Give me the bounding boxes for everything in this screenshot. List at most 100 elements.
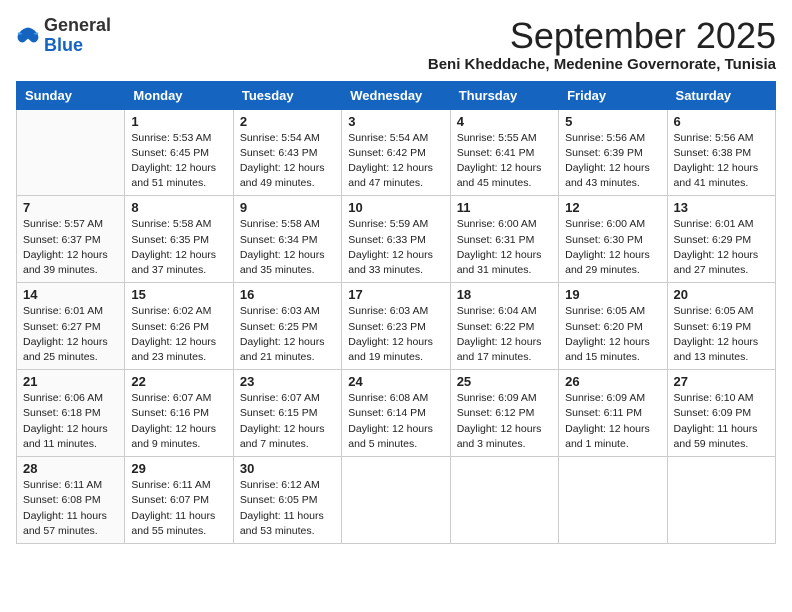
- day-number: 14: [23, 287, 118, 302]
- calendar-day: 18 Sunrise: 6:04 AM Sunset: 6:22 PM Dayli…: [450, 283, 558, 370]
- calendar-day: 28Sunrise: 6:11 AM Sunset: 6:08 PM Dayli…: [17, 457, 125, 544]
- day-number: 4: [457, 114, 552, 129]
- calendar-day: 3 Sunrise: 5:54 AM Sunset: 6:42 PM Daylig…: [342, 109, 450, 196]
- calendar-week-3: 14 Sunrise: 6:01 AM Sunset: 6:27 PM Dayli…: [17, 283, 776, 370]
- calendar-day: 2 Sunrise: 5:54 AM Sunset: 6:43 PM Daylig…: [233, 109, 341, 196]
- day-content: Sunrise: 5:56 AM Sunset: 6:39 PM Dayligh…: [565, 131, 660, 192]
- day-content: Sunrise: 6:05 AM Sunset: 6:19 PM Dayligh…: [674, 304, 769, 365]
- day-number: 5: [565, 114, 660, 129]
- calendar-day: 8Sunrise: 5:58 AM Sunset: 6:35 PM Daylig…: [125, 196, 233, 283]
- logo: General Blue: [16, 16, 111, 56]
- calendar-day: 14 Sunrise: 6:01 AM Sunset: 6:27 PM Dayli…: [17, 283, 125, 370]
- calendar-day: [17, 109, 125, 196]
- logo-blue: Blue: [44, 36, 111, 56]
- column-header-wednesday: Wednesday: [342, 81, 450, 109]
- day-content: Sunrise: 5:56 AM Sunset: 6:38 PM Dayligh…: [674, 131, 769, 192]
- calendar-day: 27Sunrise: 6:10 AM Sunset: 6:09 PM Dayli…: [667, 370, 775, 457]
- column-header-thursday: Thursday: [450, 81, 558, 109]
- day-content: Sunrise: 6:03 AM Sunset: 6:23 PM Dayligh…: [348, 304, 443, 365]
- day-content: Sunrise: 5:59 AM Sunset: 6:33 PM Dayligh…: [348, 217, 443, 278]
- calendar-day: [450, 457, 558, 544]
- day-content: Sunrise: 6:11 AM Sunset: 6:08 PM Dayligh…: [23, 478, 118, 539]
- logo-bird-icon: [16, 26, 40, 46]
- day-content: Sunrise: 6:06 AM Sunset: 6:18 PM Dayligh…: [23, 391, 118, 452]
- day-content: Sunrise: 6:05 AM Sunset: 6:20 PM Dayligh…: [565, 304, 660, 365]
- day-content: Sunrise: 6:09 AM Sunset: 6:12 PM Dayligh…: [457, 391, 552, 452]
- calendar-day: 6 Sunrise: 5:56 AM Sunset: 6:38 PM Daylig…: [667, 109, 775, 196]
- day-content: Sunrise: 5:53 AM Sunset: 6:45 PM Dayligh…: [131, 131, 226, 192]
- day-number: 12: [565, 200, 660, 215]
- day-content: Sunrise: 5:58 AM Sunset: 6:35 PM Dayligh…: [131, 217, 226, 278]
- day-number: 3: [348, 114, 443, 129]
- logo-general: General: [44, 16, 111, 36]
- day-content: Sunrise: 6:00 AM Sunset: 6:30 PM Dayligh…: [565, 217, 660, 278]
- day-content: Sunrise: 5:55 AM Sunset: 6:41 PM Dayligh…: [457, 131, 552, 192]
- calendar-day: 13 Sunrise: 6:01 AM Sunset: 6:29 PM Dayli…: [667, 196, 775, 283]
- day-number: 11: [457, 200, 552, 215]
- day-number: 2: [240, 114, 335, 129]
- day-number: 13: [674, 200, 769, 215]
- calendar-day: [667, 457, 775, 544]
- day-content: Sunrise: 5:57 AM Sunset: 6:37 PM Dayligh…: [23, 217, 118, 278]
- calendar-header: SundayMondayTuesdayWednesdayThursdayFrid…: [17, 81, 776, 109]
- day-number: 10: [348, 200, 443, 215]
- day-content: Sunrise: 6:01 AM Sunset: 6:29 PM Dayligh…: [674, 217, 769, 278]
- day-content: Sunrise: 6:09 AM Sunset: 6:11 PM Dayligh…: [565, 391, 660, 452]
- day-number: 24: [348, 374, 443, 389]
- day-content: Sunrise: 6:00 AM Sunset: 6:31 PM Dayligh…: [457, 217, 552, 278]
- title-block: September 2025 Beni Kheddache, Medenine …: [428, 16, 776, 73]
- day-content: Sunrise: 6:08 AM Sunset: 6:14 PM Dayligh…: [348, 391, 443, 452]
- column-header-friday: Friday: [559, 81, 667, 109]
- calendar-day: 9Sunrise: 5:58 AM Sunset: 6:34 PM Daylig…: [233, 196, 341, 283]
- calendar-day: 24 Sunrise: 6:08 AM Sunset: 6:14 PM Dayli…: [342, 370, 450, 457]
- day-content: Sunrise: 6:10 AM Sunset: 6:09 PM Dayligh…: [674, 391, 769, 452]
- column-header-monday: Monday: [125, 81, 233, 109]
- location-title: Beni Kheddache, Medenine Governorate, Tu…: [428, 56, 776, 73]
- day-content: Sunrise: 5:54 AM Sunset: 6:42 PM Dayligh…: [348, 131, 443, 192]
- day-content: Sunrise: 6:11 AM Sunset: 6:07 PM Dayligh…: [131, 478, 226, 539]
- calendar-day: 30 Sunrise: 6:12 AM Sunset: 6:05 PM Dayli…: [233, 457, 341, 544]
- month-title: September 2025: [428, 16, 776, 56]
- day-number: 25: [457, 374, 552, 389]
- day-number: 15: [131, 287, 226, 302]
- calendar-week-4: 21 Sunrise: 6:06 AM Sunset: 6:18 PM Dayli…: [17, 370, 776, 457]
- day-number: 9: [240, 200, 335, 215]
- page-header: General Blue September 2025 Beni Kheddac…: [16, 16, 776, 73]
- calendar-week-1: 1 Sunrise: 5:53 AM Sunset: 6:45 PM Daylig…: [17, 109, 776, 196]
- day-content: Sunrise: 6:03 AM Sunset: 6:25 PM Dayligh…: [240, 304, 335, 365]
- day-number: 1: [131, 114, 226, 129]
- day-number: 21: [23, 374, 118, 389]
- calendar-week-5: 28Sunrise: 6:11 AM Sunset: 6:08 PM Dayli…: [17, 457, 776, 544]
- day-content: Sunrise: 6:01 AM Sunset: 6:27 PM Dayligh…: [23, 304, 118, 365]
- calendar-body: 1 Sunrise: 5:53 AM Sunset: 6:45 PM Daylig…: [17, 109, 776, 543]
- day-number: 20: [674, 287, 769, 302]
- calendar-day: [342, 457, 450, 544]
- day-number: 17: [348, 287, 443, 302]
- day-content: Sunrise: 5:54 AM Sunset: 6:43 PM Dayligh…: [240, 131, 335, 192]
- calendar-day: 4 Sunrise: 5:55 AM Sunset: 6:41 PM Daylig…: [450, 109, 558, 196]
- calendar-day: 11 Sunrise: 6:00 AM Sunset: 6:31 PM Dayli…: [450, 196, 558, 283]
- calendar-day: 25 Sunrise: 6:09 AM Sunset: 6:12 PM Dayli…: [450, 370, 558, 457]
- calendar-day: 10 Sunrise: 5:59 AM Sunset: 6:33 PM Dayli…: [342, 196, 450, 283]
- calendar-day: [559, 457, 667, 544]
- day-number: 18: [457, 287, 552, 302]
- calendar-day: 17 Sunrise: 6:03 AM Sunset: 6:23 PM Dayli…: [342, 283, 450, 370]
- calendar-day: 16Sunrise: 6:03 AM Sunset: 6:25 PM Dayli…: [233, 283, 341, 370]
- day-content: Sunrise: 6:12 AM Sunset: 6:05 PM Dayligh…: [240, 478, 335, 539]
- day-number: 23: [240, 374, 335, 389]
- calendar-table: SundayMondayTuesdayWednesdayThursdayFrid…: [16, 81, 776, 544]
- day-number: 22: [131, 374, 226, 389]
- calendar-day: 26 Sunrise: 6:09 AM Sunset: 6:11 PM Dayli…: [559, 370, 667, 457]
- calendar-day: 19Sunrise: 6:05 AM Sunset: 6:20 PM Dayli…: [559, 283, 667, 370]
- day-number: 30: [240, 461, 335, 476]
- day-number: 26: [565, 374, 660, 389]
- day-content: Sunrise: 6:02 AM Sunset: 6:26 PM Dayligh…: [131, 304, 226, 365]
- calendar-day: 1 Sunrise: 5:53 AM Sunset: 6:45 PM Daylig…: [125, 109, 233, 196]
- column-header-saturday: Saturday: [667, 81, 775, 109]
- calendar-day: 5 Sunrise: 5:56 AM Sunset: 6:39 PM Daylig…: [559, 109, 667, 196]
- calendar-day: 23Sunrise: 6:07 AM Sunset: 6:15 PM Dayli…: [233, 370, 341, 457]
- logo-text: General Blue: [44, 16, 111, 56]
- day-number: 6: [674, 114, 769, 129]
- calendar-day: 7Sunrise: 5:57 AM Sunset: 6:37 PM Daylig…: [17, 196, 125, 283]
- day-content: Sunrise: 6:04 AM Sunset: 6:22 PM Dayligh…: [457, 304, 552, 365]
